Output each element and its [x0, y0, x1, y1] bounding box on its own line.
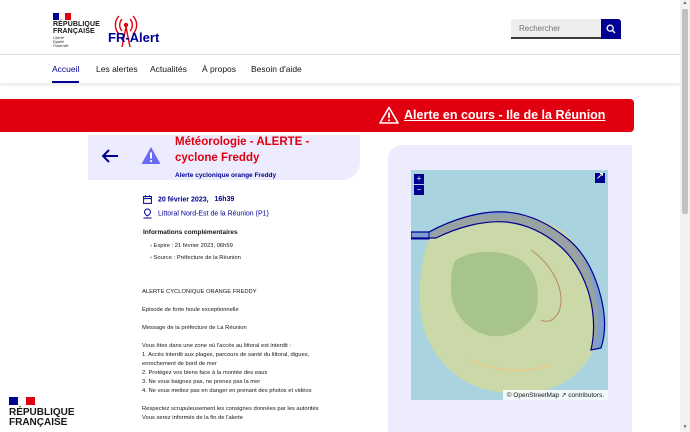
island-map [411, 211, 606, 394]
page: RÉPUBLIQUE FRANÇAISE Liberté Égalité Fra… [0, 0, 690, 432]
info-expire: › Expire : 21 février 2023, 06h59 [150, 243, 233, 249]
alert-title: Météorologie - ALERTE - [175, 136, 310, 148]
warning-icon [379, 106, 399, 124]
expand-icon [597, 173, 603, 179]
map-pin-icon [143, 208, 152, 219]
alert-title: cyclone Freddy [175, 152, 260, 164]
body-line: 1. Accès interdit aux plages, parcours d… [142, 352, 310, 358]
scroll-thumb[interactable] [682, 9, 688, 214]
alert-date-row: 20 février 2023, 16h39 [143, 195, 234, 205]
republique-francaise-logo[interactable]: RÉPUBLIQUE FRANÇAISE [53, 21, 100, 35]
search-icon [606, 24, 616, 34]
map-attribution[interactable]: © OpenStreetMap ↗ contributors. [502, 390, 608, 400]
republique-motto: Liberté Égalité Fraternité [53, 36, 69, 48]
site-header: RÉPUBLIQUE FRANÇAISE Liberté Égalité Fra… [0, 0, 680, 54]
body-line: 3. Ne vous baignez pas, ne prenez pas la… [142, 379, 261, 385]
footer-marianne-flag-icon [9, 397, 35, 405]
body-line: 2. Protégez vos biens face à la montée d… [142, 370, 268, 376]
body-line: Vous serez informés de la fin de l'alert… [142, 415, 243, 421]
main-navigation: Accueil Les alertes Actualités À propos … [0, 54, 680, 83]
nav-item-accueil[interactable]: Accueil [52, 55, 80, 83]
alert-time: 16h39 [214, 196, 235, 204]
info-complementaires-title: Informations complémentaires [143, 229, 238, 236]
body-line: Vous êtes dans une zone où l'accès au li… [142, 343, 292, 349]
body-line: ALERTE CYCLONIQUE ORANGE FREDDY [142, 289, 257, 295]
back-arrow-icon[interactable] [101, 148, 119, 164]
zoom-in-button[interactable]: + [414, 174, 424, 184]
scroll-up-arrow-icon[interactable]: ▲ [681, 0, 689, 8]
warning-triangle-icon [141, 147, 161, 164]
alert-subtitle: Alerte cyclonique orange Freddy [175, 172, 277, 179]
body-line: Message de la préfecture de La Réunion [142, 325, 247, 331]
body-line: Respectez scrupuleusement les consignes … [142, 406, 319, 412]
search-button[interactable] [601, 19, 621, 39]
alert-banner: Alerte en cours - Ile de la Réunion [0, 99, 634, 132]
current-alert-link[interactable]: Alerte en cours - Ile de la Réunion [404, 108, 605, 122]
fullscreen-button[interactable] [595, 173, 605, 183]
info-source: › Source : Préfecture de la Réunion [150, 255, 241, 261]
body-line: Episode de forte houle exceptionnelle [142, 307, 239, 313]
marianne-flag-icon [53, 13, 71, 20]
zoom-out-button[interactable]: − [414, 185, 424, 195]
footer-republique-logo[interactable]: RÉPUBLIQUE FRANÇAISE [9, 408, 75, 428]
alert-date: 20 février 2023, [157, 196, 209, 204]
calendar-icon [143, 195, 152, 204]
nav-item-actualites[interactable]: Actualités [150, 55, 187, 83]
body-line: 4. Ne vous mettez pas en danger en prena… [142, 388, 312, 394]
nav-item-a-propos[interactable]: À propos [202, 55, 236, 83]
fr-alert-logo-text[interactable]: FR-Alert [108, 30, 159, 45]
rf-title-line: RÉPUBLIQUE [53, 21, 100, 28]
rf-title-line: FRANÇAISE [53, 28, 95, 35]
scroll-down-arrow-icon[interactable]: ▼ [681, 424, 689, 432]
alert-map[interactable]: + − © OpenStreetMap ↗ contributors. [411, 170, 608, 400]
alert-place-row: Littoral Nord-Est de la Réunion (P1) [143, 208, 269, 220]
nav-item-les-alertes[interactable]: Les alertes [96, 55, 138, 83]
search-input[interactable] [511, 19, 601, 39]
body-line: enrochement de bord de mer [142, 361, 217, 367]
alert-place: Littoral Nord-Est de la Réunion (P1) [157, 210, 269, 218]
nav-item-besoin-aide[interactable]: Besoin d'aide [251, 55, 302, 83]
